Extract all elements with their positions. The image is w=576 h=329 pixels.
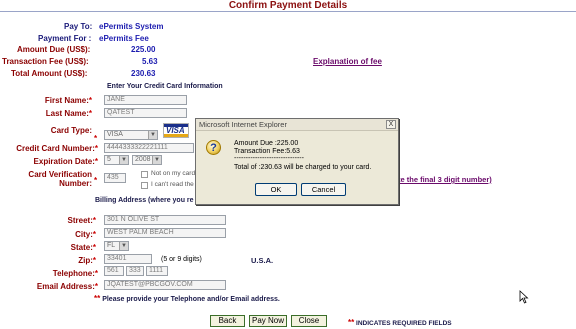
phone-prefix-field[interactable]: 333 bbox=[126, 266, 144, 276]
question-icon: ? bbox=[206, 140, 221, 155]
first-name-label: First Name:* bbox=[44, 96, 92, 105]
close-icon[interactable]: X bbox=[386, 120, 396, 129]
amount-due-label: Amount Due (US$): bbox=[17, 45, 91, 54]
cant-read-checkbox[interactable] bbox=[141, 182, 148, 189]
last-name-label: Last Name:* bbox=[45, 109, 92, 118]
expiration-year-select[interactable]: 2008 ▼ bbox=[132, 155, 162, 165]
final-digits-link[interactable]: te the final 3 digit number) bbox=[398, 175, 492, 184]
cant-read-label: I can't read the bbox=[151, 181, 194, 188]
chevron-down-icon: ▼ bbox=[119, 242, 128, 250]
card-type-required-marker: * bbox=[94, 134, 98, 143]
card-type-label: Card Type: bbox=[50, 126, 92, 135]
not-on-card-label: Not on my card bbox=[151, 170, 196, 177]
cancel-button[interactable]: Cancel bbox=[301, 183, 346, 196]
amount-due-value: 225.00 bbox=[131, 45, 156, 54]
pay-to-value: ePermits System bbox=[99, 22, 164, 31]
card-verification-field[interactable]: 435 bbox=[104, 173, 126, 183]
expiration-month-select[interactable]: 5 ▼ bbox=[104, 155, 129, 165]
dialog-total-line: Total of :230.63 will be charged to your… bbox=[234, 164, 372, 171]
city-label: City:* bbox=[75, 230, 96, 239]
phone-area-code-field[interactable]: 561 bbox=[104, 266, 124, 276]
card-number-label: Credit Card Number:* bbox=[16, 144, 98, 153]
pay-to-label: Pay To: bbox=[64, 22, 93, 31]
contact-note: ** Please provide your Telephone and/or … bbox=[94, 294, 280, 303]
close-button[interactable]: Close bbox=[291, 315, 327, 327]
card-section-heading: Enter Your Credit Card Information bbox=[107, 83, 223, 90]
page-title: Confirm Payment Details bbox=[0, 0, 576, 12]
zip-hint: (5 or 9 digits) bbox=[161, 256, 202, 263]
card-verification-required-marker: * bbox=[94, 176, 98, 185]
chevron-down-icon: ▼ bbox=[148, 131, 157, 139]
email-field[interactable]: JQATEST@PBCGOV.COM bbox=[104, 280, 226, 290]
zip-label: Zip:* bbox=[78, 256, 96, 265]
ok-button[interactable]: OK bbox=[255, 183, 297, 196]
email-address-label: Email Address:* bbox=[36, 282, 98, 291]
transaction-fee-label: Transaction Fee (US$): bbox=[2, 57, 89, 66]
state-select[interactable]: FL ▼ bbox=[104, 241, 129, 251]
expiration-date-label: Expiration Date:* bbox=[33, 157, 98, 166]
explanation-of-fee-link[interactable]: Explanation of fee bbox=[313, 57, 382, 66]
chevron-down-icon: ▼ bbox=[152, 156, 161, 164]
card-number-field[interactable]: 4444333322221111 bbox=[104, 143, 194, 153]
not-on-card-checkbox[interactable] bbox=[141, 171, 148, 178]
total-amount-label: Total Amount (US$): bbox=[11, 69, 88, 78]
city-field[interactable]: WEST PALM BEACH bbox=[104, 228, 226, 238]
dialog-separator: ------------------------------ bbox=[234, 155, 304, 162]
card-verification-label-line2: Number: bbox=[59, 179, 92, 188]
pay-now-button[interactable]: Pay Now bbox=[249, 315, 287, 327]
street-field[interactable]: 301 N OLIVE ST bbox=[104, 215, 226, 225]
back-button[interactable]: Back bbox=[210, 315, 245, 327]
card-type-select[interactable]: VISA ▼ bbox=[104, 130, 158, 140]
billing-address-heading: Billing Address (where you re bbox=[95, 197, 194, 204]
dialog-title: Microsoft Internet Explorer bbox=[196, 119, 398, 131]
mouse-cursor-icon bbox=[519, 290, 529, 304]
street-label: Street:* bbox=[67, 216, 96, 225]
state-label: State:* bbox=[70, 243, 96, 252]
payment-for-value: ePermits Fee bbox=[99, 34, 149, 43]
country-label: U.S.A. bbox=[251, 256, 274, 265]
card-verification-label-line1: Card Verification bbox=[28, 170, 92, 179]
confirm-charge-dialog: Microsoft Internet Explorer X ? Amount D… bbox=[195, 118, 399, 205]
dialog-fee-line: Transaction Fee:5.63 bbox=[234, 148, 300, 155]
visa-logo: VISA bbox=[163, 123, 189, 138]
phone-line-field[interactable]: 1111 bbox=[146, 266, 168, 276]
zip-field[interactable]: 33401 bbox=[104, 254, 152, 264]
required-fields-note: ** INDICATES REQUIRED FIELDS bbox=[348, 318, 452, 327]
transaction-fee-value: 5.63 bbox=[142, 57, 158, 66]
first-name-field[interactable]: JANE bbox=[104, 95, 187, 105]
payment-for-label: Payment For : bbox=[38, 34, 92, 43]
total-amount-value: 230.63 bbox=[131, 69, 156, 78]
telephone-label: Telephone:* bbox=[52, 269, 98, 278]
last-name-field[interactable]: QATEST bbox=[104, 108, 187, 118]
chevron-down-icon: ▼ bbox=[119, 156, 128, 164]
dialog-amount-line: Amount Due :225.00 bbox=[234, 140, 299, 147]
